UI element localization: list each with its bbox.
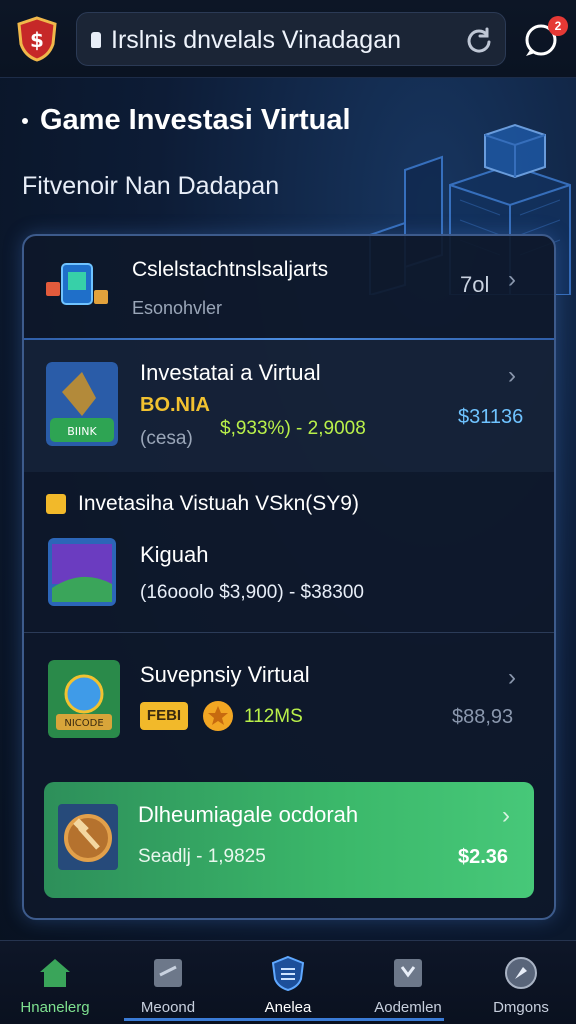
svg-text:NICODE: NICODE: [64, 718, 103, 729]
gear-hammer-icon: [58, 804, 118, 870]
list-item-highlighted[interactable]: Dlheumiagale ocdorah Seadlj - 1,9825 $2.…: [44, 782, 534, 898]
chevron-right-icon: ›: [502, 802, 510, 829]
nav-dragons[interactable]: Dmgons: [466, 949, 576, 1024]
chevron-right-icon: ›: [508, 362, 516, 389]
page-subtitle: Fitvenoir Nan Dadapan: [22, 172, 280, 200]
download-box-icon: [394, 959, 422, 987]
list-item-investasi[interactable]: BIINK Investatai a Virtual BO.NIA (cesa)…: [24, 340, 554, 472]
nav-label: Dmgons: [493, 999, 549, 1016]
nav-label: Anelea: [264, 999, 312, 1016]
nav-home[interactable]: Hnanelerg: [0, 949, 110, 1024]
item-title: Suvepnsiy Virtual: [140, 662, 310, 687]
chevron-right-icon: ›: [508, 266, 516, 293]
user-badge-icon: [46, 494, 66, 514]
list-item-top[interactable]: Cslelstachtnslsaljarts Esonohvler 7ol ›: [24, 236, 554, 338]
item-range: (16ooolo $3,900) - $38300: [140, 582, 364, 603]
investment-panel: Cslelstachtnslsaljarts Esonohvler 7ol › …: [22, 234, 556, 920]
url-text: Irslnis dnvelals Vinadagan: [111, 26, 402, 54]
refresh-icon[interactable]: [465, 26, 493, 54]
url-bar[interactable]: Irslnis dnvelals Vinadagan: [76, 12, 506, 66]
item-tag: BO.NIA: [140, 394, 210, 416]
svg-text:$: $: [30, 28, 44, 52]
svg-text:BIINK: BIINK: [67, 425, 97, 438]
divider: [24, 632, 554, 633]
game-thumbnail: NICODE: [48, 660, 120, 738]
notification-badge: 2: [548, 16, 568, 36]
item-badge: FEBI: [140, 702, 188, 730]
lock-icon: [91, 32, 101, 48]
game-app-icon: [46, 263, 108, 305]
list-item-kiguah[interactable]: Kiguah (16ooolo $3,900) - $38300: [24, 524, 554, 628]
section-header: Invetasiha Vistuah VSkn(SY9): [24, 480, 554, 520]
nav-active-indicator: [124, 1018, 444, 1021]
game-thumbnail: [48, 538, 116, 606]
nav-analytics[interactable]: Anelea: [233, 949, 343, 1024]
shield-menu-icon: [271, 955, 305, 991]
shield-dollar-icon[interactable]: $: [16, 16, 58, 62]
item-sub: Seadlj - 1,9825: [138, 846, 266, 867]
page-title: Game Investasi Virtual: [40, 104, 351, 136]
item-note: (cesa): [140, 428, 193, 449]
nav-label: Meoond: [140, 999, 196, 1016]
item-title: Cslelstachtnslsaljarts: [132, 258, 329, 281]
item-title: Dlheumiagale ocdorah: [138, 802, 359, 827]
star-coin-icon: [203, 701, 233, 731]
list-item-suvepnsiy[interactable]: NICODE Suvepnsiy Virtual FEBI 112MS $88,…: [24, 646, 554, 756]
nav-label: Aodemlen: [374, 999, 442, 1016]
item-title: Investatai a Virtual: [140, 360, 321, 385]
item-value: 112MS: [244, 706, 303, 727]
nav-records[interactable]: Meoond: [113, 949, 223, 1024]
section-title: Invetasiha Vistuah VSkn(SY9): [78, 492, 359, 515]
home-icon: [40, 959, 70, 987]
compass-icon: [505, 957, 537, 989]
nav-achievements[interactable]: Aodemlen: [353, 949, 463, 1024]
item-price: $88,93: [452, 706, 514, 728]
item-price: $2.36: [458, 846, 509, 868]
item-value: 7ol: [460, 272, 490, 297]
top-bar: $ Irslnis dnvelals Vinadagan 2: [0, 0, 576, 78]
bottom-navigation: Hnanelerg Meoond Anelea Aodemlen Dmgons: [0, 940, 576, 1024]
chevron-right-icon: ›: [508, 664, 516, 691]
item-range: $,933%) - 2,9008: [220, 418, 366, 439]
nav-label: Hnanelerg: [20, 999, 90, 1016]
item-title: Kiguah: [140, 542, 209, 567]
item-price: $31136: [458, 406, 524, 428]
item-subtitle: Esonohvler: [132, 298, 223, 318]
game-thumbnail: BIINK: [46, 362, 118, 446]
tablet-icon: [154, 959, 182, 987]
